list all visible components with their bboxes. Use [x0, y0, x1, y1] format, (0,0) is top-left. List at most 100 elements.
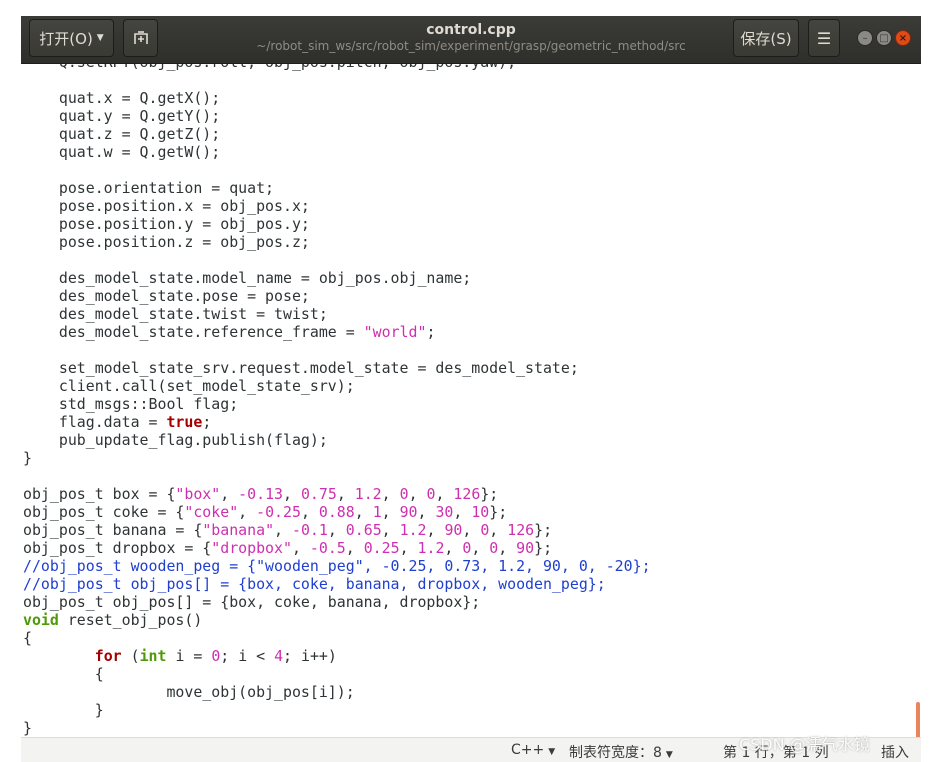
new-document-button[interactable] [123, 19, 158, 57]
code-token: 90 [444, 521, 463, 539]
code-token: quat.x = Q.getX(); [23, 89, 221, 107]
code-token: obj_pos_t coke = { [23, 503, 185, 521]
code-token: des_model_state.pose = pose; [23, 287, 310, 305]
code-token: pose.position.y = obj_pos.y; [23, 215, 310, 233]
code-token: "box" [175, 485, 221, 503]
maximize-icon: □ [879, 33, 889, 44]
code-editor[interactable]: Q.setRPY(obj_pos.roll, obj_pos.pitch, ob… [21, 64, 921, 737]
chevron-down-icon: ▼ [665, 750, 673, 760]
code-line: des_model_state.reference_frame = "world… [23, 323, 651, 341]
code-token: 0 [480, 521, 490, 539]
open-button[interactable]: 打开(O) ▼ [29, 19, 114, 57]
code-line: //obj_pos_t obj_pos[] = {box, coke, bana… [23, 575, 651, 593]
code-token: , [354, 503, 373, 521]
close-button[interactable]: × [895, 30, 911, 46]
code-token: 1.2 [354, 485, 382, 503]
code-token: , [381, 485, 400, 503]
code-line: Q.setRPY(obj_pos.roll, obj_pos.pitch, ob… [23, 64, 651, 71]
code-line: obj_pos_t box = {"box", -0.13, 0.75, 1.2… [23, 485, 651, 503]
code-token: 90 [399, 503, 418, 521]
code-token: std_msgs::Bool flag; [23, 395, 239, 413]
code-token: quat.y = Q.getY(); [23, 107, 221, 125]
code-token: , [444, 539, 463, 557]
code-line: pose.position.x = obj_pos.x; [23, 197, 651, 215]
code-token: }; [534, 539, 553, 557]
code-line: pose.position.y = obj_pos.y; [23, 215, 651, 233]
code-line: obj_pos_t banana = {"banana", -0.1, 0.65… [23, 521, 651, 539]
code-token: i = [166, 647, 212, 665]
code-token: 126 [453, 485, 481, 503]
code-token: des_model_state.twist = twist; [23, 305, 328, 323]
code-token: }; [534, 521, 553, 539]
code-token: 0 [399, 485, 409, 503]
code-token: obj_pos_t obj_pos[] = {box, coke, banana… [23, 593, 481, 611]
code-token: "world" [363, 323, 427, 341]
code-line: quat.z = Q.getZ(); [23, 125, 651, 143]
code-line: flag.data = true; [23, 413, 651, 431]
code-token: , [220, 485, 239, 503]
code-token: , [462, 521, 481, 539]
open-button-label: 打开(O) [39, 29, 93, 48]
maximize-button[interactable]: □ [876, 30, 892, 46]
code-line: pose.position.z = obj_pos.z; [23, 233, 651, 251]
code-token: , [435, 485, 454, 503]
code-token: flag.data = [23, 413, 167, 431]
tab-width-selector[interactable]: 制表符宽度：8 ▼ [569, 742, 673, 762]
code-line: //obj_pos_t wooden_peg = {"wooden_peg", … [23, 557, 651, 575]
code-token: 90 [516, 539, 535, 557]
editor-window: 打开(O) ▼ control.cpp ~/robot_sim_ws/src/r… [21, 16, 921, 762]
code-token: 1.2 [417, 539, 445, 557]
code-token: client.call(set_model_state_srv); [23, 377, 355, 395]
code-token: 0.75 [300, 485, 337, 503]
code-token: -0.5 [309, 539, 346, 557]
code-token: pub_update_flag.publish(flag); [23, 431, 328, 449]
code-line: void reset_obj_pos() [23, 611, 651, 629]
chevron-down-icon: ▼ [548, 747, 556, 757]
new-document-icon [133, 31, 148, 44]
code-token: "banana" [202, 521, 275, 539]
code-token: , [489, 521, 508, 539]
code-token: 30 [435, 503, 454, 521]
code-token: , [238, 503, 257, 521]
code-token: } [23, 701, 104, 719]
code-token: , [381, 503, 400, 521]
tab-width-label: 制表符宽度：8 [569, 745, 662, 761]
code-token: , [453, 503, 472, 521]
code-token: for [94, 647, 122, 665]
code-token: ; i++) [283, 647, 337, 665]
code-token: "coke" [184, 503, 239, 521]
insert-mode: 插入 [881, 745, 909, 761]
code-token: -0.13 [238, 485, 283, 503]
minimize-button[interactable]: – [857, 30, 873, 46]
header-bar: 打开(O) ▼ control.cpp ~/robot_sim_ws/src/r… [21, 16, 921, 64]
code-token: , [274, 521, 292, 539]
language-selector[interactable]: C++ ▼ [511, 742, 555, 758]
hamburger-menu-button[interactable]: ☰ [808, 19, 840, 57]
code-token: 1 [372, 503, 382, 521]
code-token: , [283, 485, 301, 503]
code-token: ( [121, 647, 140, 665]
code-token: true [166, 413, 203, 431]
save-button[interactable]: 保存(S) [733, 19, 799, 57]
code-token: set_model_state_srv.request.model_state … [23, 359, 579, 377]
code-token: , [408, 485, 427, 503]
code-token: , [471, 539, 490, 557]
scrollbar[interactable] [916, 702, 920, 737]
code-token: , [291, 539, 310, 557]
code-token: , [381, 521, 400, 539]
code-line: } [23, 701, 651, 719]
code-line: obj_pos_t dropbox = {"dropbox", -0.5, 0.… [23, 539, 651, 557]
code-token: pose.orientation = quat; [23, 179, 275, 197]
code-token: , [417, 503, 436, 521]
code-token: , [345, 539, 364, 557]
code-token: , [399, 539, 418, 557]
code-token: { [23, 665, 104, 683]
code-token: } [23, 719, 32, 737]
code-line: std_msgs::Bool flag; [23, 395, 651, 413]
code-token: 126 [507, 521, 535, 539]
hamburger-menu-icon: ☰ [816, 28, 832, 48]
close-icon: × [898, 33, 908, 44]
